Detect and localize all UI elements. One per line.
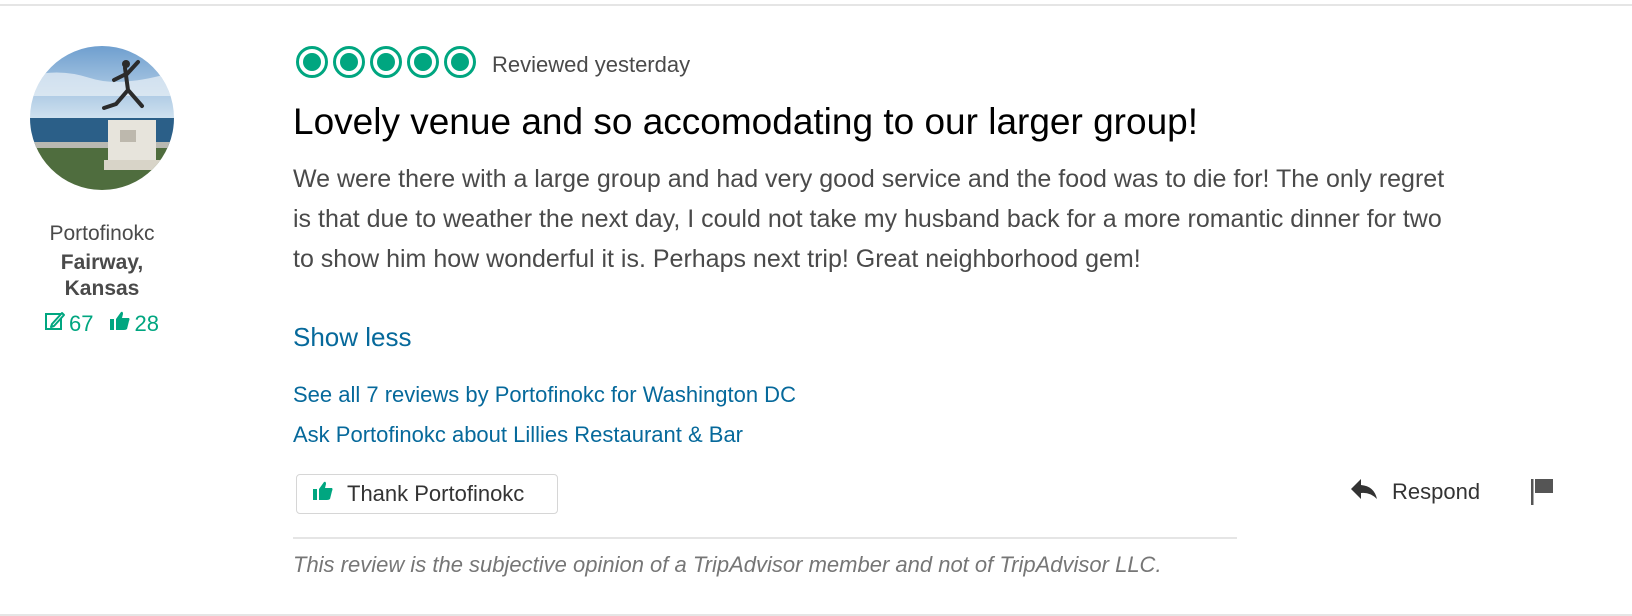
review-title[interactable]: Lovely venue and so accomodating to our … xyxy=(293,101,1198,143)
thank-button-label: Thank Portofinokc xyxy=(347,481,525,506)
see-all-reviews-link[interactable]: See all 7 reviews by Portofinokc for Was… xyxy=(293,382,796,408)
member-name[interactable]: Portofinokc xyxy=(0,222,204,246)
respond-button[interactable]: Respond xyxy=(1350,477,1480,507)
helpful-votes-stat[interactable]: 28 xyxy=(109,310,159,338)
show-less-link[interactable]: Show less xyxy=(293,322,412,353)
pencil-review-icon xyxy=(44,310,69,338)
member-location: Fairway, Kansas xyxy=(0,250,204,302)
thumbs-up-icon xyxy=(311,480,347,508)
rating-bubbles xyxy=(296,46,481,78)
member-stats: 67 28 xyxy=(44,310,159,338)
rating-bubble-icon xyxy=(296,46,328,78)
respond-label: Respond xyxy=(1392,479,1481,504)
review-count-stat[interactable]: 67 xyxy=(44,310,93,338)
reply-arrow-icon xyxy=(1350,477,1392,507)
helpful-votes: 28 xyxy=(134,311,159,336)
thumbs-up-icon xyxy=(109,310,134,338)
card-top-border xyxy=(0,4,1632,6)
review-count: 67 xyxy=(69,311,94,336)
thank-member-button[interactable]: Thank Portofinokc xyxy=(296,474,558,514)
review-date: Reviewed yesterday xyxy=(492,52,691,77)
review-disclaimer: This review is the subjective opinion of… xyxy=(293,552,1162,577)
rating-bubble-icon xyxy=(444,46,476,78)
ask-member-link[interactable]: Ask Portofinokc about Lillies Restaurant… xyxy=(293,422,743,448)
flag-icon[interactable] xyxy=(1530,478,1554,511)
rating-bubble-icon xyxy=(333,46,365,78)
member-location-text: Fairway, Kansas xyxy=(60,251,144,300)
rating-bubble-icon xyxy=(370,46,402,78)
member-avatar[interactable] xyxy=(30,46,174,190)
divider xyxy=(293,537,1237,539)
rating-bubble-icon xyxy=(407,46,439,78)
review-body: We were there with a large group and had… xyxy=(293,165,1445,273)
